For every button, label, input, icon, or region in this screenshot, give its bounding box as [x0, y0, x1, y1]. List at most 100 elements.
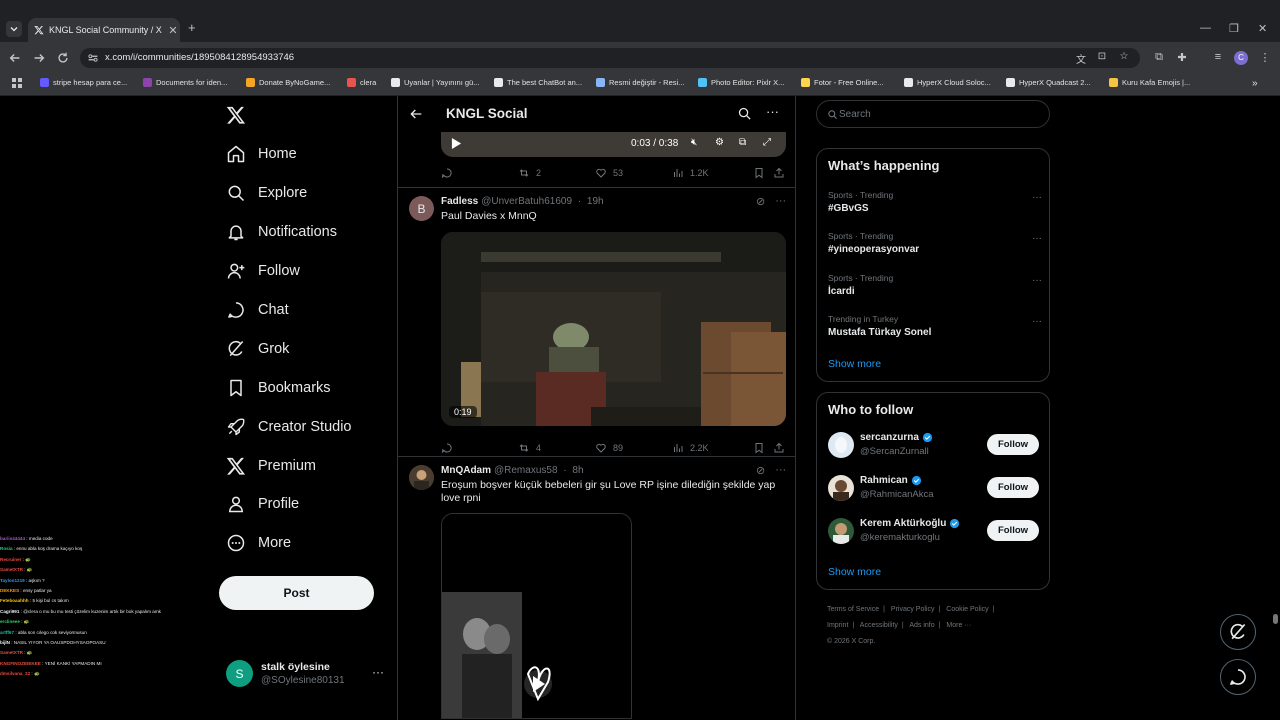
search-input[interactable]	[839, 105, 1039, 123]
page-scrollbar[interactable]	[1270, 96, 1280, 720]
more-horizontal-icon[interactable]: ···	[1032, 275, 1042, 286]
window-close-icon[interactable]: ✕	[1258, 22, 1267, 35]
nav-creator-studio[interactable]: Creator Studio	[226, 415, 352, 439]
post[interactable]: MnQAdam @Remaxus58 · 8h ⊘ ··· Eroşum boşv…	[398, 457, 795, 720]
trend-item[interactable]: Sports · Trending #GBvGS ···	[828, 190, 1042, 214]
new-tab-icon[interactable]: +	[188, 20, 196, 35]
bookmark-item[interactable]: Documents for iden...	[143, 78, 227, 87]
settings-gear-icon[interactable]: ⚙	[715, 137, 728, 150]
share-button[interactable]	[773, 167, 791, 179]
address-bar[interactable]: x.com/i/communities/1895084128954933746 …	[80, 48, 1140, 68]
more-bookmarks-icon[interactable]: »	[1252, 78, 1258, 89]
avatar[interactable]	[409, 465, 434, 490]
nav-bookmarks[interactable]: Bookmarks	[226, 376, 331, 400]
play-icon[interactable]	[451, 137, 462, 150]
bookmark-item[interactable]: The best ChatBot an...	[494, 78, 582, 87]
more-horizontal-icon[interactable]: ···	[775, 464, 786, 477]
bookmark-item[interactable]: stripe hesap para ce...	[40, 78, 127, 87]
profile-avatar-icon[interactable]: C	[1234, 51, 1248, 65]
more-horizontal-icon[interactable]: ···	[372, 665, 384, 679]
extension-icon[interactable]: ⧉	[1152, 51, 1166, 65]
search-box[interactable]	[816, 100, 1050, 128]
bookmark-item[interactable]: Donate ByNoGame...	[246, 78, 330, 87]
repost-button[interactable]: 4	[518, 442, 541, 454]
site-info-icon[interactable]	[86, 51, 100, 65]
share-button[interactable]	[773, 442, 791, 454]
like-button[interactable]: 89	[595, 442, 623, 454]
footer-link[interactable]: Accessibility	[860, 622, 898, 629]
avatar[interactable]	[828, 518, 854, 544]
scrollbar-thumb[interactable]	[1273, 614, 1278, 624]
reply-button[interactable]	[441, 167, 459, 179]
show-more-link[interactable]: Show more	[828, 566, 881, 578]
footer-link[interactable]: Privacy Policy	[891, 606, 935, 613]
footer-link[interactable]: Cookie Policy	[946, 606, 988, 613]
bookmark-star-icon[interactable]: ☆	[1117, 51, 1131, 65]
back-arrow-icon[interactable]	[408, 106, 424, 122]
browser-menu-icon[interactable]: ⋮	[1258, 51, 1272, 65]
video-thumbnail[interactable]: 0:19	[441, 232, 786, 426]
url-text[interactable]: x.com/i/communities/1895084128954933746	[105, 52, 294, 63]
grok-icon[interactable]: ⊘	[756, 195, 765, 208]
tab-search-button[interactable]	[6, 21, 22, 37]
grok-icon[interactable]: ⊘	[756, 464, 765, 477]
avatar[interactable]: B	[409, 196, 434, 221]
more-horizontal-icon[interactable]: ···	[1032, 233, 1042, 244]
nav-home[interactable]: Home	[226, 142, 297, 166]
search-icon[interactable]	[737, 106, 752, 121]
nav-explore[interactable]: Explore	[226, 181, 307, 205]
extensions-puzzle-icon[interactable]: ✚	[1175, 51, 1189, 65]
follow-suggestion[interactable]: sercanzurna @SercanZurnall Follow	[828, 430, 1042, 460]
install-app-icon[interactable]: ⊡	[1095, 51, 1109, 65]
footer-link[interactable]: Terms of Service	[827, 606, 879, 613]
bookmark-button[interactable]	[753, 167, 771, 179]
more-horizontal-icon[interactable]: ···	[1032, 316, 1042, 327]
apps-grid-icon[interactable]	[12, 78, 22, 88]
views-button[interactable]: 2.2K	[672, 442, 709, 454]
grok-fab[interactable]	[1220, 614, 1256, 650]
more-horizontal-icon[interactable]: ···	[766, 104, 779, 119]
nav-chat[interactable]: Chat	[226, 298, 289, 322]
post-author[interactable]: MnQAdam @Remaxus58 · 8h	[441, 465, 584, 476]
media-control-icon[interactable]: ≡	[1211, 51, 1225, 65]
tab-close-icon[interactable]: ✕	[166, 24, 180, 37]
more-horizontal-icon[interactable]: ···	[1032, 192, 1042, 203]
views-button[interactable]: 1.2K	[672, 167, 709, 179]
post-button[interactable]: Post	[219, 576, 374, 610]
more-horizontal-icon[interactable]: ···	[775, 195, 786, 208]
video-thumbnail[interactable]	[441, 513, 632, 719]
avatar[interactable]	[828, 475, 854, 501]
nav-premium[interactable]: Premium	[226, 454, 316, 478]
minimize-icon[interactable]: —	[1200, 22, 1211, 34]
follow-button[interactable]: Follow	[987, 477, 1039, 498]
bookmark-item[interactable]: Kuru Kafa Emojis |...	[1109, 78, 1190, 87]
repost-button[interactable]: 2	[518, 167, 541, 179]
translate-icon[interactable]: 文	[1074, 51, 1088, 66]
footer-link[interactable]: Imprint	[827, 622, 848, 629]
pip-icon[interactable]: ⧉	[739, 137, 752, 150]
avatar[interactable]	[828, 432, 854, 458]
nav-notifications[interactable]: Notifications	[226, 220, 337, 244]
restore-icon[interactable]: ❐	[1229, 22, 1239, 35]
reload-icon[interactable]	[56, 51, 70, 65]
reply-button[interactable]	[441, 442, 459, 454]
follow-suggestion[interactable]: Kerem Aktürkoğlu @keremakturkoglu Follow	[828, 516, 1042, 546]
follow-suggestion[interactable]: Rahmican @RahmicanAkca Follow	[828, 473, 1042, 503]
browser-tab[interactable]: KNGL Social Community / X ✕	[28, 18, 180, 42]
fullscreen-icon[interactable]: ⤢	[763, 137, 776, 150]
follow-button[interactable]: Follow	[987, 520, 1039, 541]
account-switcher[interactable]: S stalk öylesine @SOylesine80131 ···	[226, 656, 386, 692]
like-button[interactable]: 53	[595, 167, 623, 179]
nav-follow[interactable]: Follow	[226, 259, 300, 283]
back-icon[interactable]	[8, 51, 22, 65]
follow-button[interactable]: Follow	[987, 434, 1039, 455]
trend-item[interactable]: Sports · Trending İcardi ···	[828, 273, 1042, 297]
bookmark-button[interactable]	[753, 442, 771, 454]
bookmark-item[interactable]: Resmi değiştir - Resi...	[596, 78, 684, 87]
bookmark-item[interactable]: HyperX Quadcast 2...	[1006, 78, 1091, 87]
post[interactable]: B Fadless @UnverBatuh61609 · 19h ⊘ ··· Pa…	[398, 188, 795, 456]
show-more-link[interactable]: Show more	[828, 358, 881, 370]
video-player[interactable]: 0:03 / 0:38 🔇︎ ⚙ ⧉ ⤢	[441, 132, 786, 157]
nav-grok[interactable]: Grok	[226, 337, 289, 361]
nav-more[interactable]: More	[226, 531, 291, 555]
